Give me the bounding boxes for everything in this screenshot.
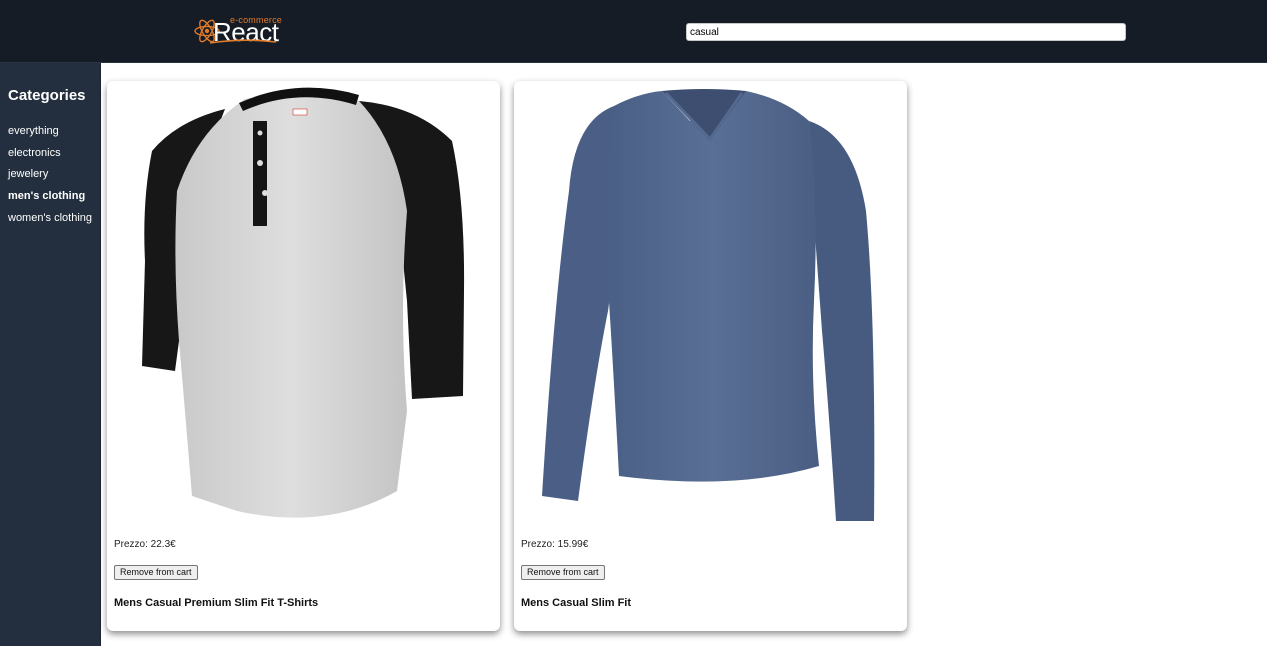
product-price: Prezzo: 15.99€ — [521, 539, 589, 550]
category-womens-clothing[interactable]: women's clothing — [8, 211, 92, 233]
category-everything[interactable]: everything — [8, 124, 92, 146]
product-title[interactable]: Mens Casual Premium Slim Fit T-Shirts — [114, 597, 318, 609]
react-ecommerce-logo[interactable]: e-commerce React — [194, 12, 284, 47]
category-sidebar: Categories everything electronics jewele… — [0, 63, 101, 646]
logo-swoosh — [209, 39, 277, 44]
search-input[interactable] — [686, 23, 1126, 41]
top-navbar: e-commerce React — [0, 0, 1267, 63]
product-image[interactable] — [107, 81, 500, 531]
category-jewelery[interactable]: jewelery — [8, 167, 92, 189]
product-image[interactable] — [514, 81, 907, 531]
category-list: everything electronics jewelery men's cl… — [8, 124, 92, 232]
category-mens-clothing[interactable]: men's clothing — [8, 189, 92, 211]
product-card: Prezzo: 15.99€ Remove from cart Mens Cas… — [514, 81, 907, 631]
product-title[interactable]: Mens Casual Slim Fit — [521, 597, 631, 609]
sidebar-title: Categories — [8, 87, 86, 104]
product-price: Prezzo: 22.3€ — [114, 539, 176, 550]
remove-from-cart-button[interactable]: Remove from cart — [114, 565, 198, 580]
product-card: Prezzo: 22.3€ Remove from cart Mens Casu… — [107, 81, 500, 631]
category-electronics[interactable]: electronics — [8, 146, 92, 168]
remove-from-cart-button[interactable]: Remove from cart — [521, 565, 605, 580]
